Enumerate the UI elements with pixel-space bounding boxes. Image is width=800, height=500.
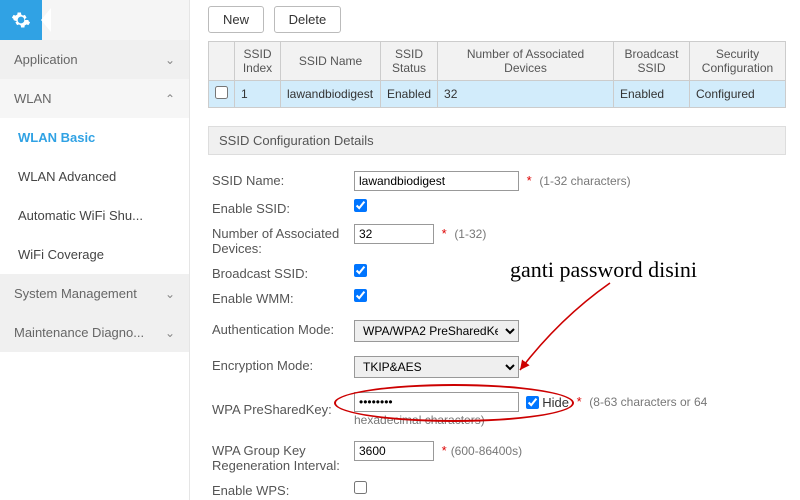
broadcast-ssid-checkbox[interactable] xyxy=(354,264,367,277)
row-checkbox[interactable] xyxy=(215,86,228,99)
num-devices-input[interactable] xyxy=(354,224,434,244)
sidebar-item-auto-wifi[interactable]: Automatic WiFi Shu... xyxy=(0,196,189,235)
required-mark: * xyxy=(442,443,447,458)
section-label: Application xyxy=(14,52,78,67)
label-group-key: WPA Group Key Regeneration Interval: xyxy=(212,441,354,473)
chevron-left-icon xyxy=(41,8,51,32)
sidebar-item-wifi-coverage[interactable]: WiFi Coverage xyxy=(0,235,189,274)
sidebar-item-wlan-advanced[interactable]: WLAN Advanced xyxy=(0,157,189,196)
auth-mode-select[interactable]: WPA/WPA2 PreSharedKey xyxy=(354,320,519,342)
cell-name: lawandbiodigest xyxy=(281,81,381,108)
group-key-input[interactable] xyxy=(354,441,434,461)
enable-wps-checkbox[interactable] xyxy=(354,481,367,494)
label-auth-mode: Authentication Mode: xyxy=(212,320,354,337)
enable-wmm-checkbox[interactable] xyxy=(354,289,367,302)
label-broadcast: Broadcast SSID: xyxy=(212,264,354,281)
label-enable-ssid: Enable SSID: xyxy=(212,199,354,216)
ssid-name-input[interactable] xyxy=(354,171,519,191)
col-check xyxy=(209,42,235,81)
cell-num: 32 xyxy=(438,81,614,108)
label-enc-mode: Encryption Mode: xyxy=(212,356,354,373)
table-row[interactable]: 1 lawandbiodigest Enabled 32 Enabled Con… xyxy=(209,81,786,108)
chevron-down-icon: ⌄ xyxy=(165,287,175,301)
section-label: WLAN xyxy=(14,91,52,106)
label-wpa-psk: WPA PreSharedKey: xyxy=(212,392,354,417)
annotation-text: ganti password disini xyxy=(510,257,697,283)
hide-label: Hide xyxy=(542,395,569,410)
gear-tab xyxy=(0,0,189,40)
config-form: SSID Name: * (1-32 characters) Enable SS… xyxy=(208,155,786,500)
wlan-subitems: WLAN Basic WLAN Advanced Automatic WiFi … xyxy=(0,118,189,274)
cell-status: Enabled xyxy=(381,81,438,108)
chevron-down-icon: ⌄ xyxy=(165,326,175,340)
sidebar-section-maintenance[interactable]: Maintenance Diagno... ⌄ xyxy=(0,313,189,352)
col-security: Security Configuration xyxy=(690,42,786,81)
main-content: New Delete SSID Index SSID Name SSID Sta… xyxy=(190,0,800,500)
hint-group-key: (600-86400s) xyxy=(451,444,522,458)
col-num-assoc: Number of Associated Devices xyxy=(438,42,614,81)
sidebar-section-application[interactable]: Application ⌄ xyxy=(0,40,189,79)
label-enable-wps: Enable WPS: xyxy=(212,481,354,498)
sidebar: Application ⌄ WLAN ⌃ WLAN Basic WLAN Adv… xyxy=(0,0,190,500)
section-label: Maintenance Diagno... xyxy=(14,325,144,340)
wpa-psk-input[interactable] xyxy=(354,392,519,412)
gear-icon[interactable] xyxy=(0,0,42,40)
section-label: System Management xyxy=(14,286,137,301)
enable-ssid-checkbox[interactable] xyxy=(354,199,367,212)
col-broadcast: Broadcast SSID xyxy=(614,42,690,81)
sidebar-item-wlan-basic[interactable]: WLAN Basic xyxy=(0,118,189,157)
sidebar-section-wlan[interactable]: WLAN ⌃ xyxy=(0,79,189,118)
cell-broadcast: Enabled xyxy=(614,81,690,108)
hint-num-devices: (1-32) xyxy=(454,227,486,241)
col-ssid-name: SSID Name xyxy=(281,42,381,81)
col-ssid-index: SSID Index xyxy=(235,42,281,81)
chevron-down-icon: ⌄ xyxy=(165,53,175,67)
ssid-table: SSID Index SSID Name SSID Status Number … xyxy=(208,41,786,108)
hint-ssid-name: (1-32 characters) xyxy=(539,174,630,188)
delete-button[interactable]: Delete xyxy=(274,6,342,33)
cell-index: 1 xyxy=(235,81,281,108)
chevron-up-icon: ⌃ xyxy=(165,92,175,106)
label-enable-wmm: Enable WMM: xyxy=(212,289,354,306)
enc-mode-select[interactable]: TKIP&AES xyxy=(354,356,519,378)
required-mark: * xyxy=(577,394,582,409)
new-button[interactable]: New xyxy=(208,6,264,33)
details-title: SSID Configuration Details xyxy=(208,126,786,155)
label-num-devices: Number of Associated Devices: xyxy=(212,224,354,256)
required-mark: * xyxy=(527,173,532,188)
label-ssid-name: SSID Name: xyxy=(212,171,354,188)
hide-checkbox[interactable] xyxy=(526,396,539,409)
cell-security: Configured xyxy=(690,81,786,108)
sidebar-section-system-management[interactable]: System Management ⌄ xyxy=(0,274,189,313)
required-mark: * xyxy=(442,226,447,241)
top-buttons: New Delete xyxy=(208,6,786,33)
col-ssid-status: SSID Status xyxy=(381,42,438,81)
